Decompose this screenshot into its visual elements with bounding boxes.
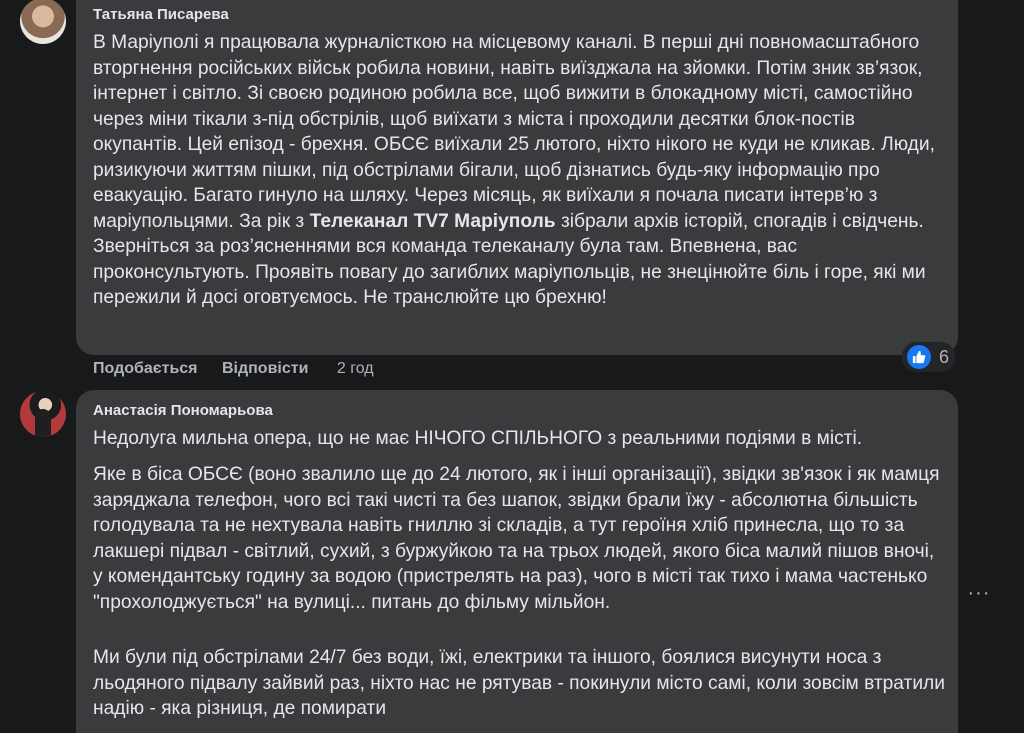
reply-button[interactable]: Відповісти [222,360,308,377]
comment-text-part: В Маріуполі я працювала журналісткою на … [93,32,935,232]
comment-bubble: Анастасія Пономарьова Недолуга мильна оп… [76,390,958,733]
comment-bubble: Татьяна Писарева В Маріуполі я працювала… [76,0,958,355]
comment-timestamp[interactable]: 2 год [337,360,374,377]
like-button[interactable]: Подобається [93,360,198,377]
comment-paragraph: Ми були під обстрілами 24/7 без води, їж… [93,647,945,719]
more-horizontal-icon[interactable]: ··· [966,580,992,606]
reaction-summary[interactable]: 6 [902,342,956,372]
mentioned-page-link[interactable]: Телеканал TV7 Маріуполь [310,211,556,232]
comment-text: В Маріуполі я працювала журналісткою на … [93,30,946,311]
comment-paragraph: Недолуга мильна опера, що не має НІЧОГО … [93,428,863,449]
reaction-count: 6 [939,346,950,367]
comments-section: Татьяна Писарева В Маріуполі я працювала… [0,0,1024,733]
comment-paragraph: Яке в біса ОБСЄ (воно звалило ще до 24 л… [93,464,940,613]
comment-author[interactable]: Анастасія Пономарьова [93,402,273,419]
comment-author[interactable]: Татьяна Писарева [93,6,229,23]
like-icon [905,343,933,371]
avatar[interactable] [20,0,66,44]
avatar[interactable] [20,391,66,437]
comment-actions: Подобається Відповісти 2 год [93,360,374,378]
